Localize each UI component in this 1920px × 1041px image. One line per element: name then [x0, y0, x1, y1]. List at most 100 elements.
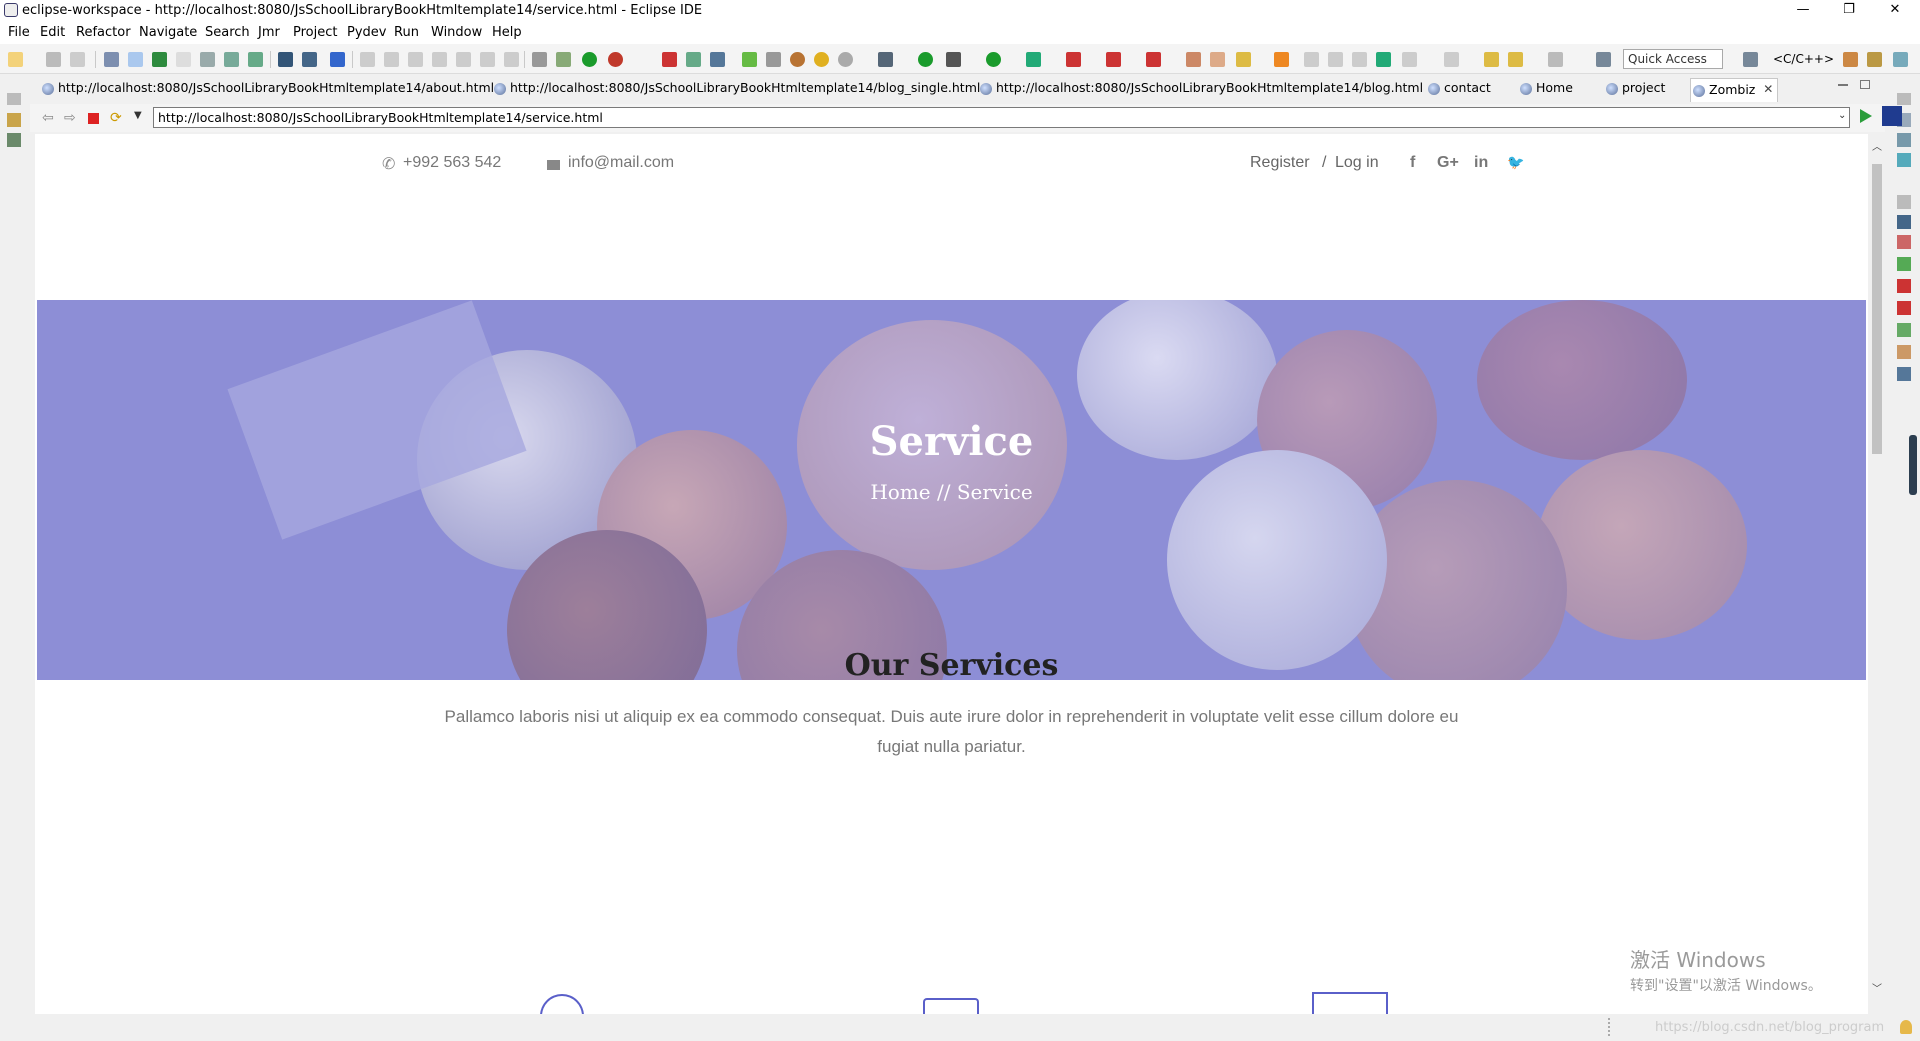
restore-right-view-icon[interactable]: [1897, 93, 1911, 105]
maximize-view-icon[interactable]: [1596, 52, 1611, 67]
open-task-icon[interactable]: [662, 52, 677, 67]
coverage-icon[interactable]: [608, 52, 623, 67]
open-perspective-icon[interactable]: [1743, 52, 1758, 67]
green-dot-icon[interactable]: [918, 52, 933, 67]
tips-icon[interactable]: [814, 52, 829, 67]
perspective-web-icon[interactable]: [1893, 52, 1908, 67]
step-over-icon[interactable]: [480, 52, 495, 67]
annotation-nav-icon[interactable]: [1444, 52, 1459, 67]
profile-icon[interactable]: [1066, 52, 1081, 67]
perspective-debug-icon[interactable]: [1867, 52, 1882, 67]
javadoc-view-icon[interactable]: [1897, 323, 1911, 337]
register-link[interactable]: Register: [1250, 154, 1310, 172]
menu-pydev[interactable]: Pydev: [347, 25, 386, 40]
toggle-breadcrumb-icon[interactable]: [128, 52, 143, 67]
external-tools-icon[interactable]: [878, 52, 893, 67]
stop-load-icon[interactable]: [88, 113, 99, 124]
next-annotation-icon[interactable]: [1304, 52, 1319, 67]
show-whitespace-icon[interactable]: [152, 52, 167, 67]
forward-arrow-icon[interactable]: ⇨: [64, 110, 76, 126]
tab-contact[interactable]: contact: [1426, 80, 1491, 100]
menu-project[interactable]: Project: [293, 25, 337, 40]
help-icon[interactable]: [790, 52, 805, 67]
use-step-filters-icon[interactable]: [532, 52, 547, 67]
step-return-icon[interactable]: [504, 52, 519, 67]
login-link[interactable]: Log in: [1335, 154, 1379, 172]
menu-jmr[interactable]: Jmr: [258, 25, 280, 40]
browser-menu-icon[interactable]: [1882, 106, 1902, 126]
menu-refactor[interactable]: Refactor: [76, 25, 131, 40]
facebook-icon[interactable]: f: [1410, 154, 1415, 172]
menu-file[interactable]: File: [8, 25, 30, 40]
side-handle[interactable]: [1909, 435, 1917, 495]
bug-icon[interactable]: [742, 52, 757, 67]
maximize-editor-icon[interactable]: [1860, 80, 1870, 89]
scrollbar-thumb[interactable]: [1872, 164, 1882, 454]
scroll-up-icon[interactable]: ︿: [1872, 138, 1882, 153]
block-select-icon[interactable]: [1376, 52, 1391, 67]
google-plus-icon[interactable]: G+: [1437, 154, 1459, 172]
url-dropdown-icon[interactable]: ⌄: [1838, 110, 1846, 121]
skip-breakpoints-icon[interactable]: [556, 52, 571, 67]
twitter-icon[interactable]: 🐦: [1507, 154, 1524, 171]
server-icon[interactable]: [710, 52, 725, 67]
terminal-icon[interactable]: [278, 52, 293, 67]
stop-icon[interactable]: [1106, 52, 1121, 67]
deploy-icon[interactable]: [1146, 52, 1161, 67]
suspend-icon[interactable]: [384, 52, 399, 67]
save-icon[interactable]: [46, 52, 61, 67]
javadoc-icon[interactable]: [176, 52, 191, 67]
back-arrow-icon[interactable]: ⇦: [42, 110, 54, 126]
restore-view-icon[interactable]: [7, 93, 21, 105]
back-icon[interactable]: [1508, 52, 1523, 67]
tab-project[interactable]: project: [1604, 80, 1665, 100]
tab-blog[interactable]: http://localhost:8080/JsSchoolLibraryBoo…: [978, 80, 1423, 100]
globe-icon[interactable]: [838, 52, 853, 67]
resume-icon[interactable]: [360, 52, 375, 67]
tab-zombiz[interactable]: Zombiz ✕: [1690, 78, 1779, 102]
menu-window[interactable]: Window: [431, 25, 482, 40]
tab-blog-single[interactable]: http://localhost:8080/JsSchoolLibraryBoo…: [492, 80, 980, 100]
step-into-icon[interactable]: [456, 52, 471, 67]
open-folder-icon[interactable]: [1274, 52, 1289, 67]
open-type-icon[interactable]: [200, 52, 215, 67]
menu-run[interactable]: Run: [394, 25, 419, 40]
error-log-icon[interactable]: [1897, 279, 1911, 293]
last-edit-icon[interactable]: [1402, 52, 1417, 67]
menu-navigate[interactable]: Navigate: [139, 25, 197, 40]
problems-view-icon[interactable]: [1897, 235, 1911, 249]
terminate-icon[interactable]: [408, 52, 423, 67]
close-tab-icon[interactable]: ✕: [1763, 82, 1773, 96]
restore-right-view2-icon[interactable]: [1897, 195, 1911, 209]
go-icon[interactable]: [1860, 109, 1872, 123]
minimize-button[interactable]: —: [1780, 0, 1826, 22]
console-icon[interactable]: [302, 52, 317, 67]
pin-icon[interactable]: [330, 52, 345, 67]
open-resource-icon[interactable]: [248, 52, 263, 67]
run-external-icon[interactable]: [1026, 52, 1041, 67]
vertical-scrollbar[interactable]: ︿ ﹀: [1868, 134, 1885, 1014]
console-view-icon[interactable]: [1897, 215, 1911, 229]
new-class-icon[interactable]: [1210, 52, 1225, 67]
perspective-cpp[interactable]: <C/C++>: [1773, 52, 1834, 66]
outline-icon[interactable]: [7, 133, 21, 147]
expressions-icon[interactable]: [1897, 153, 1911, 167]
close-button[interactable]: ✕: [1872, 0, 1918, 22]
scroll-down-icon[interactable]: ﹀: [1872, 980, 1882, 995]
minimize-editor-icon[interactable]: [1838, 84, 1848, 86]
email-link[interactable]: info@mail.com: [568, 154, 674, 172]
wrench-icon[interactable]: [1236, 52, 1251, 67]
tasks-view-icon[interactable]: [1897, 257, 1911, 271]
refresh-icon[interactable]: ⟳: [110, 110, 122, 126]
menu-edit[interactable]: Edit: [40, 25, 65, 40]
menu-help[interactable]: Help: [492, 25, 522, 40]
url-input[interactable]: http://localhost:8080/JsSchoolLibraryBoo…: [153, 107, 1850, 128]
history-dropdown-icon[interactable]: ▼: [134, 110, 142, 121]
back-edit-icon[interactable]: [1484, 52, 1499, 67]
pydev-icon[interactable]: [686, 52, 701, 67]
perspective-java-icon[interactable]: [1843, 52, 1858, 67]
forward-icon[interactable]: [1548, 52, 1563, 67]
pilcrow-icon[interactable]: [1352, 52, 1367, 67]
run-last-icon[interactable]: [582, 52, 597, 67]
search-view-icon[interactable]: [1897, 301, 1911, 315]
